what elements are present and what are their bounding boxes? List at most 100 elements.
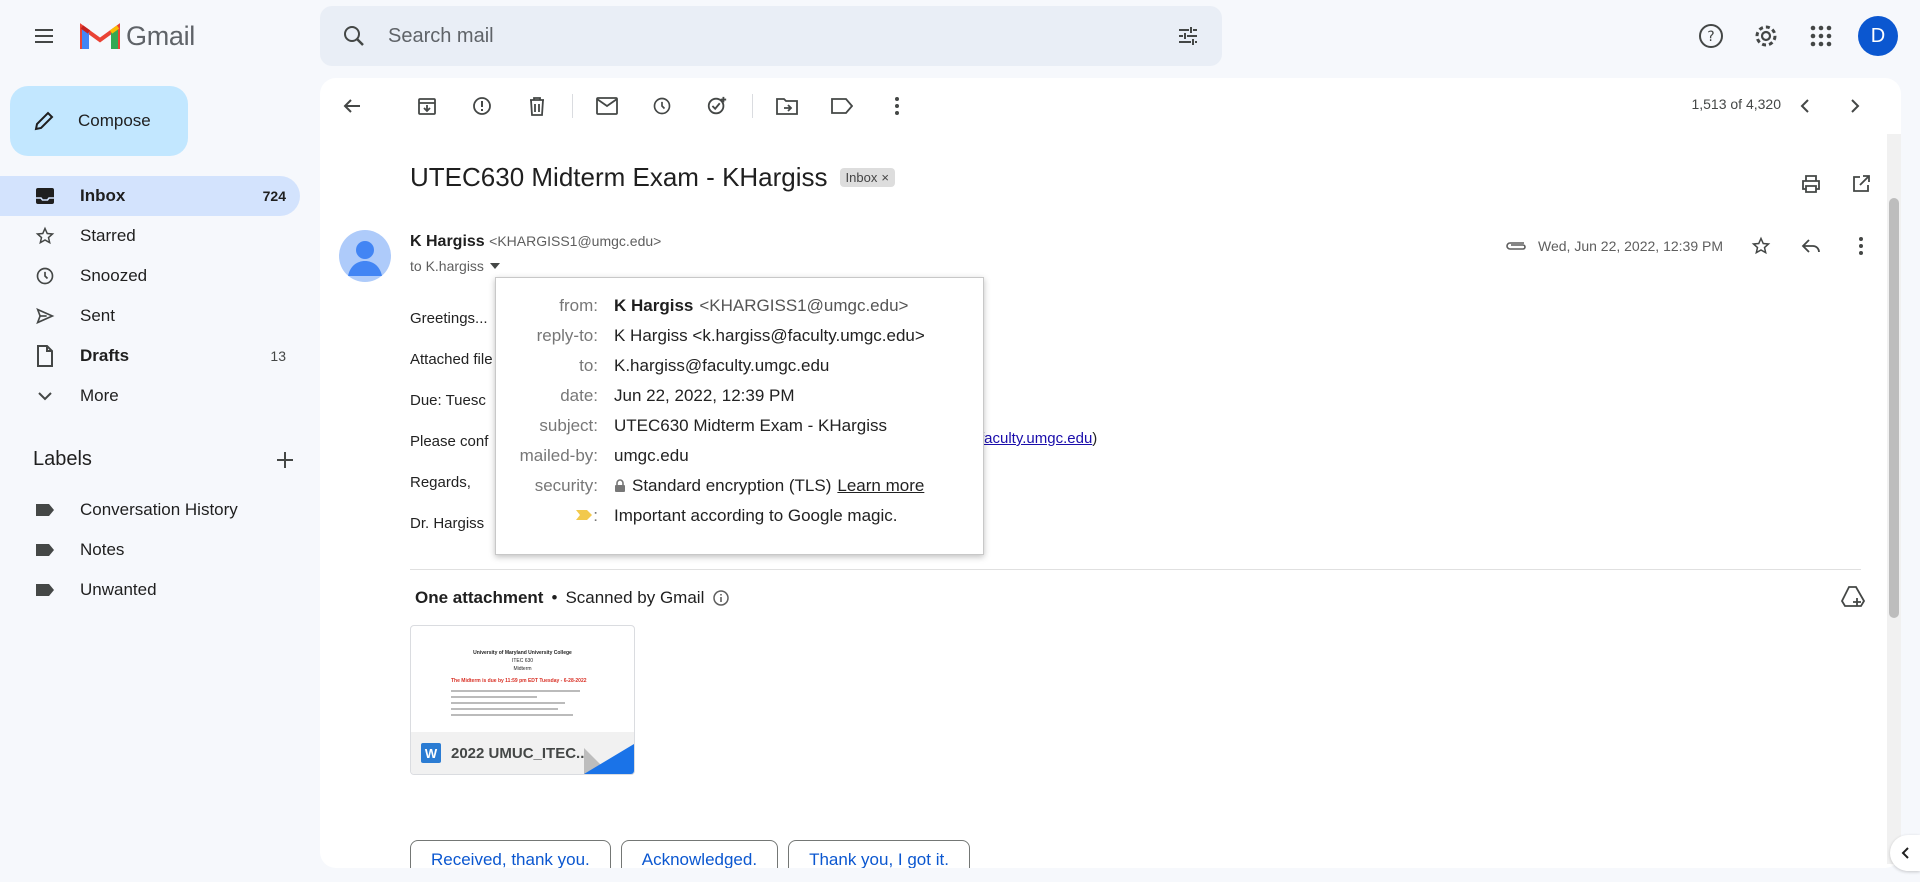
archive-button[interactable]: [407, 86, 447, 126]
settings-gear-icon[interactable]: [1742, 12, 1790, 60]
archive-icon: [418, 98, 436, 115]
security-text: Standard encryption (TLS): [632, 476, 832, 495]
message-date: Wed, Jun 22, 2022, 12:39 PM: [1538, 238, 1723, 254]
sidebar-item-starred[interactable]: Starred: [0, 216, 300, 256]
learn-more-link[interactable]: Learn more: [837, 476, 924, 496]
thumb-line: The Midterm is due by 11:59 pm EDT Tuesd…: [451, 678, 587, 684]
sidebar-item-label: Snoozed: [80, 266, 148, 285]
message-more-button[interactable]: [1841, 226, 1881, 266]
gmail-logo[interactable]: Gmail: [80, 18, 195, 54]
person-icon: [348, 241, 382, 276]
body-line: Dr. Hargiss: [410, 515, 485, 532]
sidebar-item-inbox[interactable]: Inbox 724: [0, 176, 300, 216]
sidebar-item-drafts[interactable]: Drafts 13: [0, 336, 300, 376]
labels-button[interactable]: [822, 86, 862, 126]
label-icon: [831, 98, 853, 114]
newer-button[interactable]: [1785, 86, 1825, 126]
attachments-divider: [410, 569, 1861, 570]
more-vert-icon: [1859, 237, 1863, 255]
sidebar-label-conversation-history[interactable]: Conversation History: [0, 490, 300, 530]
labels-title: Labels: [33, 448, 92, 470]
bullet-separator: •: [551, 588, 558, 607]
sidebar-item-sent[interactable]: Sent: [0, 296, 300, 336]
sidebar-item-snoozed[interactable]: Snoozed: [0, 256, 300, 296]
caret-down-icon[interactable]: [488, 261, 502, 271]
snooze-button[interactable]: [642, 86, 682, 126]
back-button[interactable]: [332, 86, 372, 126]
importance-marker-icon: [576, 510, 593, 520]
search-input[interactable]: [388, 24, 1154, 48]
thumb-line: University of Maryland University Colleg…: [473, 650, 572, 656]
report-spam-button[interactable]: [462, 86, 502, 126]
detail-row-importance: : Important according to Google magic.: [496, 501, 983, 531]
older-button[interactable]: [1835, 86, 1875, 126]
search-options-icon[interactable]: [1154, 24, 1222, 48]
badge-label: Inbox: [845, 170, 878, 185]
sender-name[interactable]: K Hargiss: [410, 233, 485, 250]
gmail-m-icon: [80, 23, 120, 49]
attachments-header: One attachment • Scanned by Gmail: [415, 588, 730, 608]
detail-label: reply-to:: [536, 326, 598, 345]
folder-move-icon: [776, 98, 798, 115]
sidebar-label-unwanted[interactable]: Unwanted: [0, 570, 300, 610]
mail-icon: [596, 97, 618, 115]
file-icon: [34, 345, 56, 367]
mark-unread-button[interactable]: [587, 86, 627, 126]
label-tag-icon: [34, 583, 56, 597]
smart-reply-chip[interactable]: Acknowledged.: [620, 840, 779, 868]
inbox-icon: [34, 187, 56, 205]
add-label-plus-icon[interactable]: [275, 450, 295, 470]
print-icon: [1802, 175, 1820, 193]
body-line: Due: Tuesc: [410, 392, 486, 409]
attachment-card[interactable]: University of Maryland University Colleg…: [410, 625, 635, 775]
detail-label: from:: [559, 296, 598, 315]
sidebar-item-label: Drafts: [80, 346, 130, 365]
vertical-scrollbar[interactable]: [1887, 134, 1901, 864]
detail-value: Standard encryption (TLS) Learn more: [608, 476, 924, 496]
scrollbar-thumb[interactable]: [1889, 198, 1899, 618]
message-body: Greetings... Attached file Due: Tuesc Pl…: [410, 310, 493, 556]
detail-value: Jun 22, 2022, 12:39 PM: [614, 386, 795, 405]
detail-label: :: [496, 506, 608, 526]
sidebar-label-notes[interactable]: Notes: [0, 530, 300, 570]
attachments-count: One attachment: [415, 588, 544, 607]
smart-reply-chip[interactable]: Thank you, I got it.: [788, 840, 970, 868]
star-icon: [34, 226, 56, 246]
compose-button[interactable]: Compose: [10, 86, 188, 156]
detail-row-mailed-by: mailed-by: umgc.edu: [496, 441, 983, 471]
sender-avatar[interactable]: [339, 230, 391, 282]
add-to-tasks-button[interactable]: [697, 86, 737, 126]
detail-value: K Hargiss <k.hargiss@faculty.umgc.edu>: [614, 326, 925, 345]
open-new-window-button[interactable]: [1841, 164, 1881, 204]
message-subject: UTEC630 Midterm Exam - KHargiss: [410, 162, 828, 192]
star-icon: [1751, 236, 1771, 255]
chevron-down-icon: [34, 391, 56, 401]
info-icon[interactable]: [712, 589, 730, 607]
apps-grid-icon[interactable]: [1797, 12, 1845, 60]
sidebar-item-label: Starred: [80, 226, 136, 245]
help-icon[interactable]: ?: [1687, 12, 1735, 60]
toolbar-divider: [752, 94, 753, 118]
reply-button[interactable]: [1791, 226, 1831, 266]
account-avatar[interactable]: D: [1858, 16, 1898, 56]
attachment-filename: 2022 UMUC_ITEC...: [451, 744, 589, 762]
more-actions-button[interactable]: [877, 86, 917, 126]
spam-icon: [473, 97, 491, 115]
search-icon[interactable]: [320, 24, 388, 48]
sidebar-item-more[interactable]: More: [0, 376, 300, 416]
move-to-button[interactable]: [767, 86, 807, 126]
subject-actions: [1791, 164, 1881, 204]
detail-value: Important according to Google magic.: [614, 506, 898, 525]
print-button[interactable]: [1791, 164, 1831, 204]
remove-label-close-icon[interactable]: ×: [881, 170, 889, 185]
message-toolbar: 1,513 of 4,320: [320, 78, 1901, 134]
body-email-link[interactable]: faculty.umgc.edu: [980, 430, 1092, 447]
side-panel-toggle[interactable]: [1890, 835, 1920, 871]
main-menu-button[interactable]: [20, 14, 68, 58]
search-bar: [320, 6, 1222, 66]
star-button[interactable]: [1741, 226, 1781, 266]
delete-button[interactable]: [517, 86, 557, 126]
detail-label: security:: [534, 476, 598, 495]
smart-reply-chip[interactable]: Received, thank you.: [410, 840, 611, 868]
add-to-drive-button[interactable]: [1840, 586, 1866, 611]
